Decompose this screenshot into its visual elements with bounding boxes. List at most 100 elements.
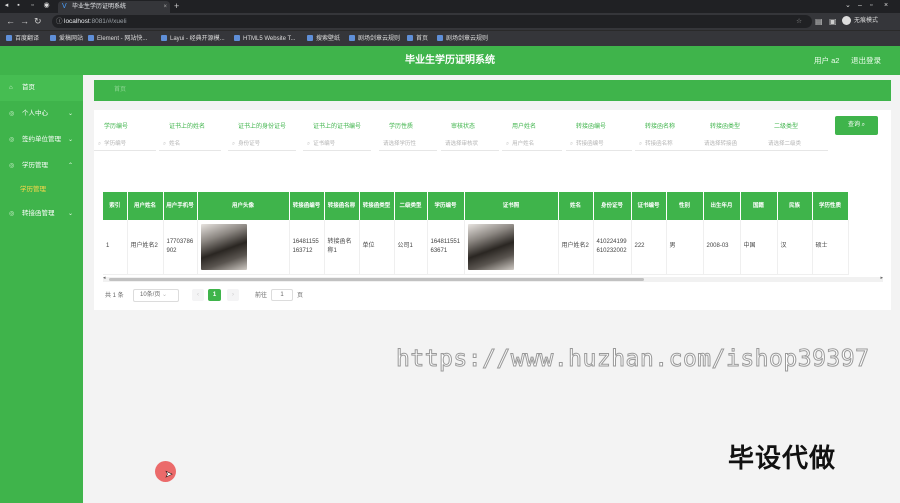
secondary-type-select[interactable]: 请选择二级类 (764, 137, 828, 151)
column-header: 二级类型 (394, 192, 428, 220)
search-icon: ⌕ (98, 141, 102, 147)
next-page-button[interactable]: › (227, 289, 239, 301)
page-size-select[interactable]: 10条/页 ⌄ (133, 289, 179, 302)
star-icon[interactable]: ☆ (796, 15, 802, 28)
extension-icon[interactable]: ▣ (829, 16, 837, 27)
page-suffix: 页 (297, 293, 304, 299)
breadcrumb-home[interactable]: 首页 (114, 80, 126, 101)
page-title: 毕业生学历证明系统 (405, 55, 495, 66)
filter-transfer-no: 转接函编号 ⌕ 转接函编号 (566, 122, 632, 151)
globe-icon[interactable]: ◉ (42, 2, 51, 10)
cell-education-no: 16481155163671 (427, 220, 465, 275)
sidebar-subitem-education[interactable]: 学历管理 (0, 179, 83, 201)
user-label[interactable]: 用户 a2 (814, 46, 839, 75)
bookmark-icon (349, 35, 355, 41)
window-icon[interactable]: ▪ (14, 2, 23, 10)
minimize-icon[interactable]: – (858, 0, 862, 12)
chevron-down-icon: ⌄ (67, 211, 73, 217)
maximize-icon[interactable]: ▫ (870, 0, 872, 12)
filter-label: 转接函编号 (576, 124, 607, 130)
filter-label: 审核状态 (451, 124, 476, 130)
tab-active[interactable]: V 毕业生学历证明系统 × (58, 1, 170, 13)
column-header: 姓名 (558, 192, 594, 220)
page-number-current[interactable]: 1 (208, 289, 221, 301)
cell-name: 用户姓名2 (558, 220, 594, 275)
bookmark-icon (6, 35, 12, 41)
education-type-select[interactable]: 请选择学历性 (379, 137, 437, 151)
scrollbar-thumb[interactable] (109, 278, 644, 281)
pager-total: 共 1 条 (105, 293, 124, 299)
certificate-image[interactable] (467, 223, 514, 270)
cell-transfer-no: 16481155163712 (289, 220, 325, 275)
user-avatar-image[interactable] (200, 223, 247, 270)
filter-review-status: 审核状态 请选择审核状 (441, 122, 499, 151)
tab-title: 毕业生学历证明系统 (72, 4, 127, 10)
filter-label: 转接函类型 (710, 124, 741, 130)
sidebar-item-transfer-letters[interactable]: ◎ 转接函管理 ⌄ (0, 201, 83, 227)
column-header: 用户手机号 (163, 192, 198, 220)
close-icon[interactable]: × (163, 1, 167, 13)
cert-no-input[interactable]: ⌕ 证书编号 (303, 137, 371, 151)
prev-page-button[interactable]: ‹ (192, 289, 204, 301)
filter-bar: 学历编号 ⌕ 学历编号 证书上的姓名 ⌕ 姓名 证书上的身份证号 ⌕ 身份证号 证书上… (94, 110, 891, 160)
filter-education-no: 学历编号 ⌕ 学历编号 (94, 122, 156, 151)
name-input[interactable]: ⌕ 姓名 (159, 137, 221, 151)
scroll-left-icon[interactable]: ◂ (103, 275, 106, 281)
avatar (842, 15, 851, 25)
transfer-name-input[interactable]: ⌕ 转接函名称 (635, 137, 701, 151)
bookmark-item[interactable]: 搜索壁纸 (307, 31, 340, 47)
profile-button[interactable]: 无痕模式 (842, 14, 878, 28)
filter-label: 证书上的证书编号 (313, 124, 362, 130)
back-icon[interactable]: ← (6, 16, 15, 27)
address-bar-row: ← → ↻ ⓘ localhost:8081/#/xueli ☆ ▤ ▣ (0, 13, 900, 30)
new-tab-icon[interactable]: + (174, 0, 179, 13)
reload-icon[interactable]: ↻ (34, 16, 42, 27)
filter-secondary-type: 二级类型 请选择二级类 (764, 122, 828, 151)
reading-list-icon[interactable]: ▤ (815, 16, 823, 27)
bookmark-item[interactable]: 剧场剑章云规则 (437, 31, 488, 47)
bookmark-item[interactable]: HTML5 Website T... (234, 31, 295, 47)
search-icon: ⌕ (232, 141, 236, 147)
url-input[interactable]: ⓘ localhost:8081/#/xueli ☆ (52, 15, 812, 28)
id-number-input[interactable]: ⌕ 身份证号 (228, 137, 296, 151)
bookmark-item[interactable]: 剧场剑章云规则 (349, 31, 400, 47)
user-name-input[interactable]: ⌕ 用户姓名 (502, 137, 562, 151)
transfer-type-select[interactable]: 请选择转接函 (700, 137, 764, 151)
bookmark-item[interactable]: 爱稿网站 (50, 31, 83, 47)
table-row[interactable]: 1 用户姓名2 17703786902 16481155163712 转接函名称… (103, 220, 849, 275)
content-panel: 学历编号 ⌕ 学历编号 证书上的姓名 ⌕ 姓名 证书上的身份证号 ⌕ 身份证号 证书上… (94, 110, 891, 310)
search-button[interactable]: 查询 ⌕ (835, 116, 878, 135)
menu-icon[interactable]: ◂ (2, 2, 11, 10)
window-icon[interactable]: ▫ (28, 2, 37, 10)
cell-certificate-photo (464, 220, 559, 275)
column-header: 证书编号 (631, 192, 667, 220)
logout-button[interactable]: 退出登录 (851, 46, 881, 75)
goto-page-input[interactable]: 1 (271, 289, 293, 301)
sidebar-item-profile[interactable]: ◎ 个人中心 ⌄ (0, 101, 83, 127)
bookmark-icon (307, 35, 313, 41)
horizontal-scrollbar[interactable]: ◂ ▸ (103, 275, 883, 282)
window-close-icon[interactable]: × (884, 0, 888, 12)
search-icon: ⌕ (307, 141, 311, 147)
bookmark-icon (161, 35, 167, 41)
vue-favicon-icon: V (62, 3, 67, 10)
column-header: 转接函编号 (289, 192, 325, 220)
transfer-no-input[interactable]: ⌕ 转接函编号 (566, 137, 632, 151)
goto-label: 前往 (255, 293, 268, 299)
bookmark-item[interactable]: 首页 (407, 31, 428, 47)
bookmark-item[interactable]: Element - 网站快... (88, 31, 147, 47)
education-no-input[interactable]: ⌕ 学历编号 (94, 137, 156, 151)
review-status-select[interactable]: 请选择审核状 (441, 137, 499, 151)
column-header: 民族 (777, 192, 813, 220)
sidebar-item-education[interactable]: ◎ 学历管理 ⌃ (0, 153, 83, 179)
bookmark-item[interactable]: 百度翻译 (6, 31, 39, 47)
forward-icon[interactable]: → (20, 16, 29, 27)
sidebar-item-home[interactable]: ⌂ 首页 (0, 75, 83, 101)
sidebar: ⌂ 首页 ◎ 个人中心 ⌄ ◎ 签约单位管理 ⌄ ◎ 学历管理 ⌃ 学历管理 ◎… (0, 75, 83, 503)
column-header: 性别 (666, 192, 704, 220)
scroll-right-icon[interactable]: ▸ (880, 275, 883, 281)
sidebar-item-contract-units[interactable]: ◎ 签约单位管理 ⌄ (0, 127, 83, 153)
bookmark-item[interactable]: Layui - 经典开源模... (161, 31, 225, 47)
chevron-down-icon[interactable]: ⌄ (845, 0, 851, 12)
filter-user-name: 用户姓名 ⌕ 用户姓名 (502, 122, 562, 151)
